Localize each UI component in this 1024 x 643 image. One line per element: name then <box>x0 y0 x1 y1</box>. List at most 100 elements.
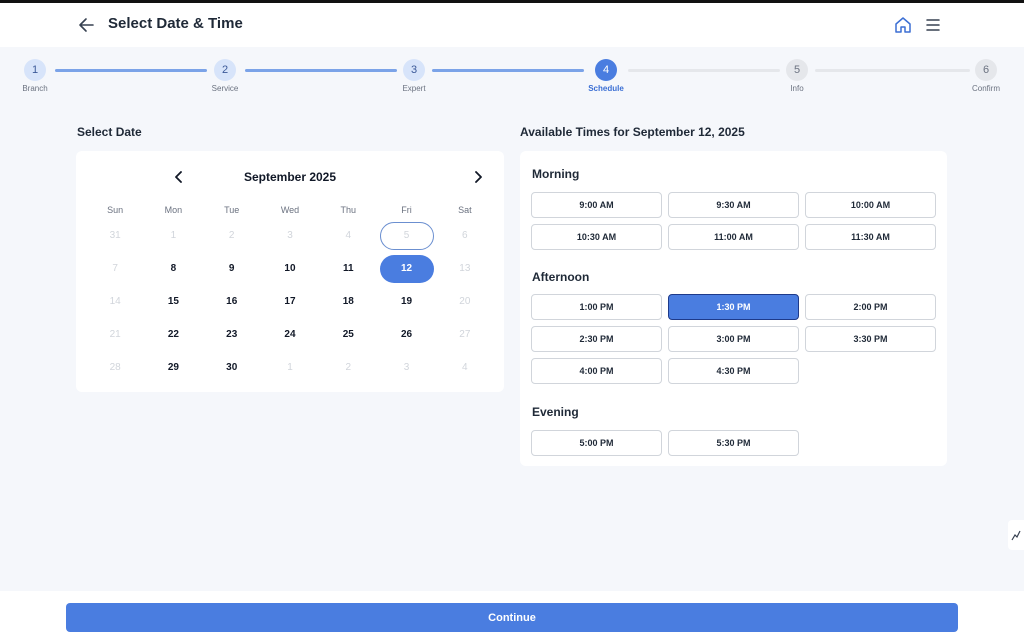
step-number: 2 <box>214 59 236 81</box>
time-slot[interactable]: 5:00 PM <box>531 430 662 456</box>
calendar-day: 1 <box>144 222 202 250</box>
calendar-day-number: 1 <box>287 362 293 373</box>
time-slot-selected[interactable]: 1:30 PM <box>668 294 799 320</box>
calendar-day-number: 20 <box>459 296 471 307</box>
time-slot[interactable]: 2:30 PM <box>531 326 662 352</box>
calendar-week-row: 31 1 2 3 4 5 6 <box>86 219 494 252</box>
calendar-day[interactable]: 10 <box>261 255 319 283</box>
step-info: 5 Info <box>767 59 827 93</box>
calendar-day-number: 13 <box>459 263 471 274</box>
calendar-day-number: 3 <box>403 362 410 373</box>
calendar-day-number: 24 <box>284 329 296 340</box>
calendar-day[interactable]: 25 <box>319 321 377 349</box>
weekday-label: Wed <box>280 205 300 215</box>
time-slot[interactable]: 9:30 AM <box>668 192 799 218</box>
time-slot[interactable]: 4:30 PM <box>668 358 799 384</box>
time-slot[interactable]: 11:00 AM <box>668 224 799 250</box>
weekday-label: Tue <box>224 205 240 215</box>
time-slot[interactable]: 4:00 PM <box>531 358 662 384</box>
step-confirm: 6 Confirm <box>956 59 1016 93</box>
calendar-day-number: 26 <box>400 329 413 340</box>
period-afternoon-label: Afternoon <box>532 270 590 284</box>
step-expert[interactable]: 3 Expert <box>384 59 444 93</box>
calendar-day[interactable]: 19 <box>377 288 435 316</box>
time-slot[interactable]: 11:30 AM <box>805 224 936 250</box>
calendar-day-selected[interactable]: 12 <box>377 254 435 283</box>
continue-button[interactable]: Continue <box>66 603 958 632</box>
step-schedule[interactable]: 4 Schedule <box>576 59 636 93</box>
calendar-day-number: 15 <box>167 296 179 307</box>
calendar-day[interactable]: 8 <box>144 255 202 283</box>
step-connector-3-4 <box>432 69 584 72</box>
menu-button[interactable] <box>924 15 942 35</box>
time-slot[interactable]: 2:00 PM <box>805 294 936 320</box>
progress-stepper: 1 Branch 2 Service 3 Expert 4 Schedule 5… <box>0 55 1024 100</box>
afternoon-slots: 1:00 PM 1:30 PM 2:00 PM 2:30 PM 3:00 PM 3:30 … <box>531 294 937 384</box>
page-title: Select Date & Time <box>108 15 243 32</box>
period-morning-label: Morning <box>532 167 580 181</box>
step-label: Info <box>790 84 804 93</box>
calendar-day[interactable]: 16 <box>203 288 261 316</box>
calendar-day-number: 2 <box>345 362 352 373</box>
calendar-day-number: 17 <box>284 296 296 307</box>
time-slot[interactable]: 10:00 AM <box>805 192 936 218</box>
time-slots-panel: Morning 9:00 AM 9:30 AM 10:00 AM 10:30 AM 11… <box>520 151 947 466</box>
home-icon <box>895 17 911 33</box>
morning-slots: 9:00 AM 9:30 AM 10:00 AM 10:30 AM 11:00 AM 11… <box>531 192 937 250</box>
calendar-day[interactable]: 15 <box>144 288 202 316</box>
calendar-day[interactable]: 9 <box>203 255 261 283</box>
step-number: 4 <box>595 59 617 81</box>
calendar-grid: Sun Mon Tue Wed Thu Fri Sat 31 1 2 3 4 5 6 7 8 9 10 11 12 1… <box>86 201 494 384</box>
back-button[interactable] <box>76 15 98 35</box>
weekday-label: Fri <box>401 205 412 215</box>
step-branch[interactable]: 1 Branch <box>5 59 65 93</box>
footer-bar: Continue <box>0 591 1024 643</box>
calendar-day-number: 10 <box>284 263 296 274</box>
calendar-day-number: 9 <box>228 263 235 274</box>
step-connector-1-2 <box>55 69 207 72</box>
arrow-left-icon <box>79 18 94 32</box>
calendar: September 2025 Sun Mon Tue Wed Thu Fri Sat 31 1… <box>76 151 504 392</box>
calendar-day[interactable]: 17 <box>261 288 319 316</box>
app-header: Select Date & Time <box>0 3 1024 47</box>
side-panel-toggle[interactable] <box>1008 520 1024 550</box>
calendar-day-number: 28 <box>109 362 121 373</box>
next-month-button[interactable] <box>469 168 487 186</box>
calendar-day: 7 <box>86 255 144 283</box>
calendar-day[interactable]: 30 <box>203 354 261 382</box>
calendar-day: 4 <box>319 222 377 250</box>
calendar-day: 3 <box>261 222 319 250</box>
calendar-day[interactable]: 11 <box>319 255 377 283</box>
calendar-day[interactable]: 24 <box>261 321 319 349</box>
step-service[interactable]: 2 Service <box>195 59 255 93</box>
calendar-week-row: 21 22 23 24 25 26 27 <box>86 318 494 351</box>
calendar-day-number: 31 <box>109 230 121 241</box>
home-button[interactable] <box>893 15 913 35</box>
time-slot[interactable]: 3:00 PM <box>668 326 799 352</box>
step-number: 6 <box>975 59 997 81</box>
calendar-day: 31 <box>86 222 144 250</box>
calendar-day[interactable]: 29 <box>144 354 202 382</box>
calendar-day: 27 <box>436 321 494 349</box>
calendar-day[interactable]: 26 <box>377 321 435 349</box>
calendar-day: 14 <box>86 288 144 316</box>
calendar-day-number: 6 <box>462 230 468 241</box>
evening-slots: 5:00 PM 5:30 PM <box>531 430 937 456</box>
time-slot[interactable]: 3:30 PM <box>805 326 936 352</box>
calendar-day[interactable]: 18 <box>319 288 377 316</box>
calendar-day: 13 <box>436 255 494 283</box>
calendar-day-number: 14 <box>109 296 121 307</box>
calendar-day[interactable]: 22 <box>144 321 202 349</box>
weekday-label: Mon <box>164 205 183 215</box>
calendar-week-row: 28 29 30 1 2 3 4 <box>86 351 494 384</box>
time-slot[interactable]: 1:00 PM <box>531 294 662 320</box>
calendar-day: 28 <box>86 354 144 382</box>
calendar-day[interactable]: 23 <box>203 321 261 349</box>
time-slot[interactable]: 10:30 AM <box>531 224 662 250</box>
time-slot[interactable]: 9:00 AM <box>531 192 662 218</box>
calendar-day-number: 2 <box>228 230 235 241</box>
calendar-day: 20 <box>436 288 494 316</box>
select-date-heading: Select Date <box>77 125 142 139</box>
time-slot[interactable]: 5:30 PM <box>668 430 799 456</box>
calendar-day-number: 21 <box>109 329 121 340</box>
